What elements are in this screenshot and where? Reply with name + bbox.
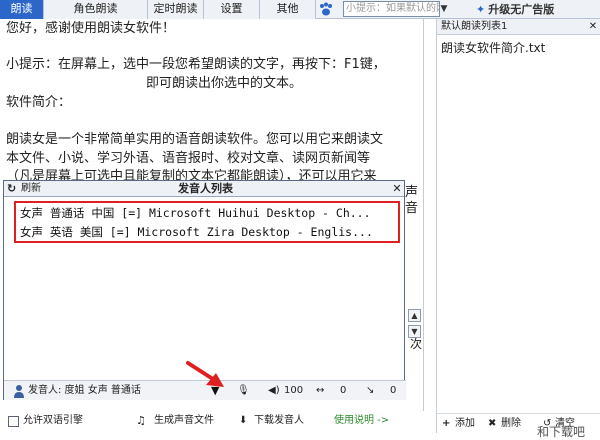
- add-button[interactable]: 添加: [455, 417, 475, 431]
- voice-item[interactable]: 女声 英语 美国 [=] Microsoft Zira Desktop - En…: [20, 223, 400, 241]
- person-icon: [14, 385, 24, 398]
- refresh-icon[interactable]: ↻: [7, 182, 16, 195]
- read-list-panel: 默认朗读列表1 ✕ 朗读女软件简介.txt + 添加 ✖ 删除 ↺ 清空 和下载…: [436, 19, 600, 439]
- close-icon[interactable]: ✕: [390, 181, 404, 196]
- scroll-up-icon[interactable]: ▲: [408, 309, 421, 322]
- generate-sound-file-button[interactable]: 生成声音文件: [154, 414, 214, 428]
- tab-other[interactable]: 其他: [260, 0, 316, 19]
- watermark: 和下载吧: [537, 425, 586, 439]
- editor-line: 本文件、小说、学习外语、语音报时、校对文章、读网页新闻等: [6, 151, 371, 166]
- paw-icon[interactable]: [318, 2, 334, 17]
- tab-role-read[interactable]: 角色朗读: [44, 0, 148, 19]
- close-icon[interactable]: ✕: [586, 19, 600, 35]
- download-voice-button[interactable]: 下载发音人: [254, 414, 304, 428]
- plus-icon[interactable]: +: [442, 417, 450, 431]
- upgrade-button[interactable]: ✦ 升级无广告版: [476, 1, 594, 18]
- upgrade-label: 升级无广告版: [488, 3, 555, 16]
- editor-line: 朗读女是一个非常简单实用的语音朗读软件。您可以用它来朗读文: [6, 132, 384, 147]
- next-label: 次: [410, 337, 423, 351]
- tip-input[interactable]: 小提示：如果默认的网: [343, 1, 440, 17]
- download-icon[interactable]: ⬇: [239, 414, 247, 428]
- popup-title: 发音人列表: [178, 182, 233, 195]
- list-name: 默认朗读列表1: [441, 21, 508, 32]
- list-header[interactable]: 默认朗读列表1 ✕: [437, 19, 600, 35]
- editor-line-partial: 音: [405, 201, 419, 216]
- delete-button[interactable]: 删除: [501, 417, 521, 431]
- bilingual-checkbox[interactable]: [8, 416, 19, 427]
- annotation-arrow-icon: [186, 361, 224, 387]
- voice-list: 女声 普通话 中国 [=] Microsoft Huihui Desktop -…: [14, 201, 400, 243]
- refresh-button[interactable]: 刷新: [21, 182, 41, 196]
- voice-item[interactable]: 女声 普通话 中国 [=] Microsoft Huihui Desktop -…: [20, 204, 400, 222]
- chevron-down-icon[interactable]: ▼: [438, 2, 450, 16]
- pitch-value: 0: [390, 385, 397, 396]
- editor-line: 您好，感谢使用朗读女软件！: [6, 21, 176, 36]
- pitch-icon[interactable]: ↘: [366, 384, 374, 398]
- editor-scrollbar[interactable]: ▲ ▼: [406, 309, 424, 419]
- editor-line: 即可朗读出你选中的文本。: [146, 76, 303, 91]
- editor-line: 软件简介：: [6, 95, 72, 110]
- sound-file-icon[interactable]: ♫: [136, 414, 146, 428]
- speed-icon[interactable]: ↔: [316, 384, 324, 398]
- tab-timed-read[interactable]: 定时朗读: [148, 0, 204, 19]
- list-item[interactable]: 朗读女软件简介.txt: [441, 40, 545, 56]
- microphone-icon[interactable]: 🎙: [237, 384, 250, 398]
- editor-line: 小提示：在屏幕上，选中一段您希望朗读的文字，再按下：F1键，: [6, 57, 386, 72]
- sparkle-icon: ✦: [476, 3, 486, 16]
- tab-settings[interactable]: 设置: [204, 0, 260, 19]
- volume-icon[interactable]: ◀): [268, 384, 280, 398]
- bilingual-label: 允许双语引擎: [23, 415, 83, 426]
- tab-read[interactable]: 朗读: [0, 0, 44, 19]
- help-link[interactable]: 使用说明 ->: [334, 414, 389, 428]
- toolbar: 朗读 角色朗读 定时朗读 设置 其他 小提示：如果默认的网 ▼ ✦ 升级无广告版: [0, 0, 600, 19]
- speed-value: 0: [340, 385, 347, 396]
- popup-titlebar: ↻ 刷新 发音人列表 ✕: [4, 181, 404, 197]
- delete-icon[interactable]: ✖: [488, 417, 496, 431]
- bottom-bar: 允许双语引擎 ♫ 生成声音文件 ⬇ 下载发音人 使用说明 ->: [0, 411, 436, 433]
- editor-line-partial: 声: [405, 185, 419, 200]
- volume-value: 100: [284, 385, 304, 396]
- speaker-label: 发音人: 度姐 女声 普通话: [28, 385, 141, 396]
